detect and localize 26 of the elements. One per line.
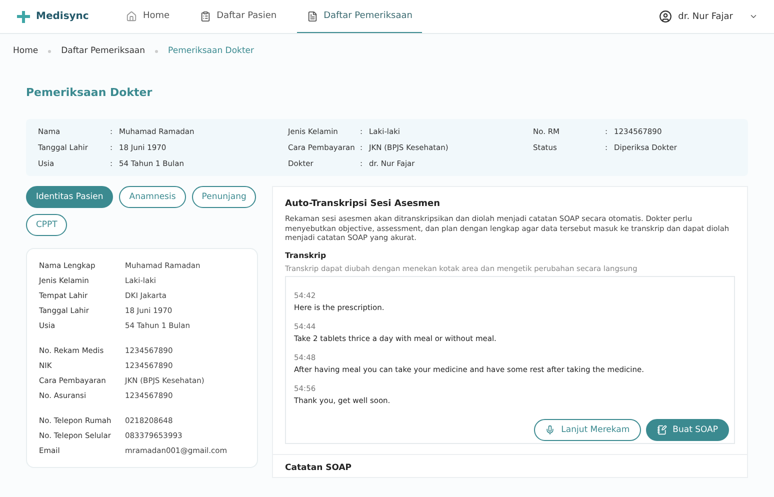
- chevron-icon: [749, 12, 758, 21]
- breadcrumb-link[interactable]: Home: [13, 46, 38, 56]
- record-button[interactable]: Lanjut Merekam: [534, 418, 641, 441]
- section-title: Catatan SOAP: [273, 454, 747, 477]
- breadcrumb-link[interactable]: Daftar Pemeriksaan: [61, 46, 146, 56]
- home-icon: [126, 10, 137, 22]
- user-menu[interactable]: dr. Nur Fajar: [659, 0, 758, 33]
- brand-name: Medisync: [36, 11, 89, 22]
- document-icon: [306, 10, 318, 22]
- logo-icon: [16, 10, 32, 24]
- note-icon: [656, 424, 667, 435]
- tab[interactable]: Penunjang: [192, 186, 256, 208]
- nav-tab[interactable]: Home: [116, 0, 180, 33]
- transcript-area[interactable]: [285, 276, 735, 444]
- create-soap-button[interactable]: Buat SOAP: [646, 418, 729, 441]
- nav-tab[interactable]: Daftar Pasien: [190, 0, 287, 33]
- clipboard-icon: [200, 10, 211, 22]
- tab[interactable]: CPPT: [26, 214, 68, 236]
- breadcrumb-link[interactable]: Pemeriksaan Dokter: [168, 46, 254, 56]
- nav-tab[interactable]: Daftar Pemeriksaan: [296, 0, 422, 33]
- tab[interactable]: Anamnesis: [119, 186, 186, 208]
- page-title: Pemeriksaan Dokter: [26, 86, 154, 99]
- section-title: Auto-Transkripsi Sesi Asesmen: [285, 199, 442, 209]
- user-icon: [659, 10, 672, 23]
- microphone-icon: [545, 424, 556, 435]
- tab[interactable]: Identitas Pasien: [26, 186, 114, 208]
